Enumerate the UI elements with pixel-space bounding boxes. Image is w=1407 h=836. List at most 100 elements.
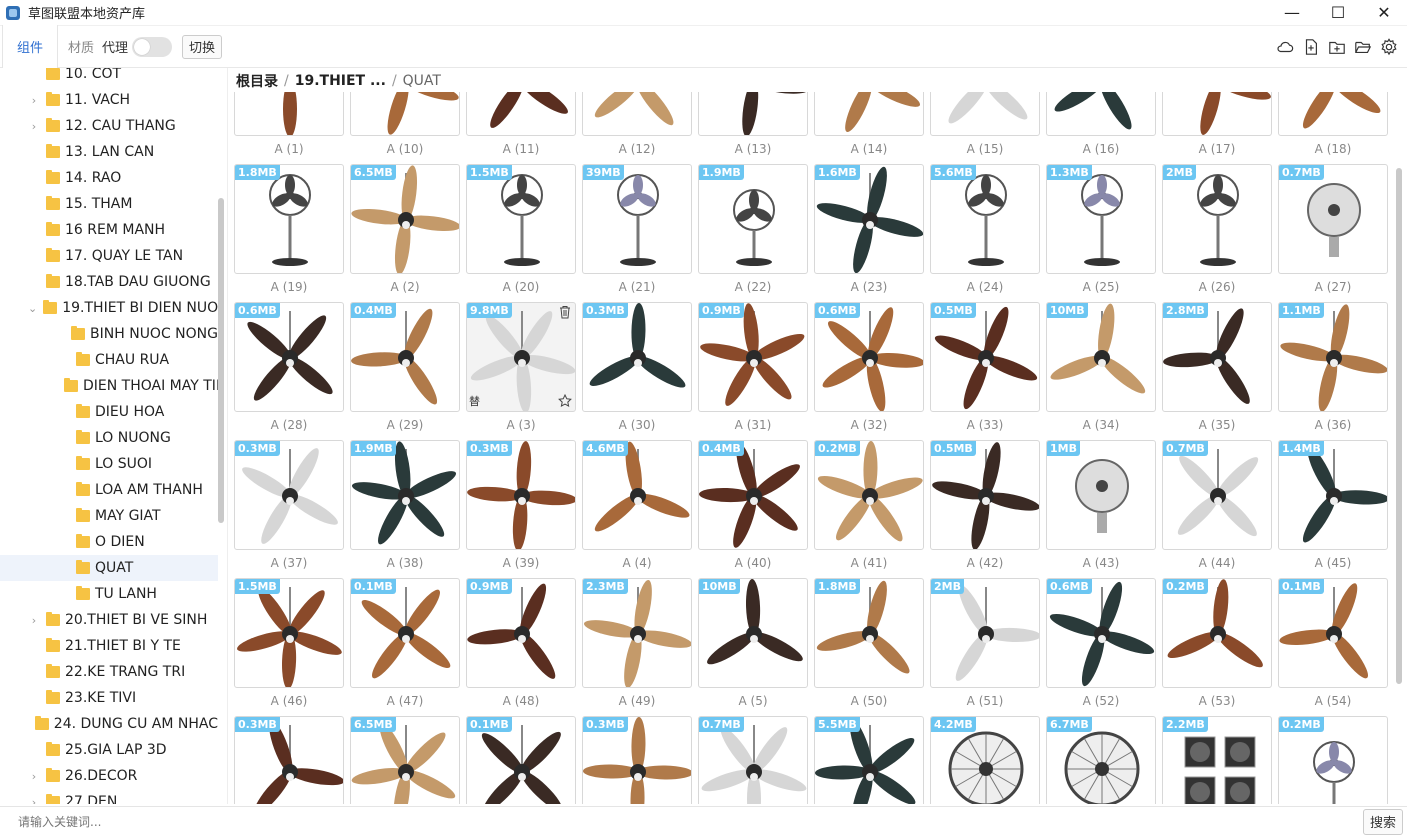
maximize-button[interactable]: ☐ — [1315, 0, 1361, 26]
minimize-button[interactable]: — — [1269, 0, 1315, 26]
star-icon[interactable] — [558, 394, 572, 408]
asset-card[interactable]: 1.1MB — [1278, 302, 1388, 412]
asset-card[interactable] — [1278, 92, 1388, 136]
asset-card[interactable]: 0.1MB — [1278, 578, 1388, 688]
search-input[interactable] — [0, 807, 1363, 836]
asset-card[interactable]: 0.4MB — [350, 302, 460, 412]
open-folder-icon[interactable] — [1353, 37, 1373, 57]
tree-item[interactable]: 14. RAO — [0, 165, 218, 191]
close-button[interactable]: ✕ — [1361, 0, 1407, 26]
replace-tag[interactable]: 替 — [469, 393, 480, 409]
tree-item[interactable]: 18.TAB DAU GIUONG — [0, 269, 218, 295]
chevron-right-icon[interactable]: › — [28, 120, 40, 133]
asset-card[interactable]: 0.3MB — [582, 716, 692, 804]
asset-card[interactable]: 5.6MB — [930, 164, 1040, 274]
chevron-down-icon[interactable]: ⌄ — [28, 302, 37, 315]
asset-card[interactable]: 1.6MB — [814, 164, 924, 274]
asset-card[interactable]: 2MB — [1162, 164, 1272, 274]
tree-item[interactable]: › 27.DEN — [0, 789, 218, 804]
asset-card[interactable]: 0.6MB — [814, 302, 924, 412]
asset-card[interactable] — [1162, 92, 1272, 136]
asset-card[interactable]: 6.7MB — [1046, 716, 1156, 804]
tree-item[interactable]: 23.KE TIVI — [0, 685, 218, 711]
chevron-right-icon[interactable]: › — [28, 770, 40, 783]
tree-item[interactable]: 13. LAN CAN — [0, 139, 218, 165]
tree-item[interactable]: › 26.DECOR — [0, 763, 218, 789]
asset-card[interactable]: 10MB — [698, 578, 808, 688]
asset-card[interactable]: 0.7MB — [698, 716, 808, 804]
tree-item[interactable]: 17. QUAY LE TAN — [0, 243, 218, 269]
asset-card[interactable]: 0.3MB — [234, 440, 344, 550]
tree-item[interactable]: 15. THAM — [0, 191, 218, 217]
tree-item[interactable]: TU LANH — [0, 581, 218, 607]
asset-card[interactable]: 9.8MB 替 — [466, 302, 576, 412]
asset-card[interactable] — [1046, 92, 1156, 136]
search-button[interactable]: 搜索 — [1363, 808, 1403, 835]
tree-item[interactable]: LO SUOI — [0, 451, 218, 477]
tab-materials[interactable]: 材质 — [58, 26, 102, 68]
tree-item[interactable]: LO NUONG — [0, 425, 218, 451]
asset-card[interactable]: 2.2MB — [1162, 716, 1272, 804]
asset-card[interactable]: 0.7MB — [1162, 440, 1272, 550]
tree-item[interactable]: 25.GIA LAP 3D — [0, 737, 218, 763]
asset-card[interactable]: 4.6MB — [582, 440, 692, 550]
asset-card[interactable]: 6.5MB — [350, 716, 460, 804]
asset-card[interactable]: 0.2MB — [814, 440, 924, 550]
asset-card[interactable]: 5.5MB — [814, 716, 924, 804]
asset-card[interactable]: 0.9MB — [466, 578, 576, 688]
asset-card[interactable]: 1.8MB — [814, 578, 924, 688]
asset-card[interactable]: 1MB — [1046, 440, 1156, 550]
trash-icon[interactable] — [558, 305, 572, 319]
asset-card[interactable]: 0.2MB — [1278, 716, 1388, 804]
tree-item[interactable]: 21.THIET BI Y TE — [0, 633, 218, 659]
tree-item[interactable]: QUAT — [0, 555, 218, 581]
asset-card[interactable] — [466, 92, 576, 136]
tree-item[interactable]: DIEN THOAI MAY TINH — [0, 373, 218, 399]
breadcrumb-root[interactable]: 根目录 — [236, 71, 278, 91]
asset-card[interactable]: 2.8MB — [1162, 302, 1272, 412]
sidebar-scrollbar[interactable] — [218, 198, 224, 523]
new-folder-icon[interactable] — [1327, 37, 1347, 57]
tree-item[interactable]: 10. COT — [0, 68, 218, 87]
gear-icon[interactable] — [1379, 37, 1399, 57]
asset-card[interactable]: 10MB — [1046, 302, 1156, 412]
asset-card[interactable] — [582, 92, 692, 136]
cloud-icon[interactable] — [1275, 37, 1295, 57]
chevron-right-icon[interactable]: › — [28, 796, 40, 805]
asset-card[interactable]: 0.1MB — [466, 716, 576, 804]
new-file-icon[interactable] — [1301, 37, 1321, 57]
asset-card[interactable]: 1.5MB — [234, 578, 344, 688]
asset-card[interactable]: 0.9MB — [698, 302, 808, 412]
asset-card[interactable]: 0.6MB — [234, 302, 344, 412]
asset-card[interactable]: 0.4MB — [698, 440, 808, 550]
switch-button[interactable]: 切换 — [182, 34, 223, 59]
breadcrumb-parent[interactable]: 19.THIET ... — [295, 73, 386, 89]
tree-item[interactable]: 16 REM MANH — [0, 217, 218, 243]
asset-card[interactable]: 0.7MB — [1278, 164, 1388, 274]
proxy-toggle[interactable] — [132, 36, 173, 57]
asset-card[interactable]: 2.3MB — [582, 578, 692, 688]
asset-card[interactable]: 2MB — [930, 578, 1040, 688]
tree-item[interactable]: CHAU RUA — [0, 347, 218, 373]
asset-card[interactable]: 1.9MB — [698, 164, 808, 274]
asset-card[interactable]: 0.6MB — [1046, 578, 1156, 688]
asset-card[interactable]: 1.8MB — [234, 164, 344, 274]
asset-card[interactable]: 0.3MB — [466, 440, 576, 550]
tree-item[interactable]: BINH NUOC NONG — [0, 321, 218, 347]
asset-card[interactable] — [350, 92, 460, 136]
asset-card[interactable] — [814, 92, 924, 136]
tree-item[interactable]: ⌄ 19.THIET BI DIEN NUOC — [0, 295, 218, 321]
tree-item[interactable]: LOA AM THANH — [0, 477, 218, 503]
asset-card[interactable]: 4.2MB — [930, 716, 1040, 804]
asset-card[interactable] — [698, 92, 808, 136]
chevron-right-icon[interactable]: › — [28, 614, 40, 627]
tree-item[interactable]: › 11. VACH — [0, 87, 218, 113]
asset-card[interactable]: 1.3MB — [1046, 164, 1156, 274]
tree-item[interactable]: O DIEN — [0, 529, 218, 555]
tree-item[interactable]: MAY GIAT — [0, 503, 218, 529]
tab-components[interactable]: 组件 — [2, 25, 59, 68]
asset-card[interactable]: 0.5MB — [930, 440, 1040, 550]
asset-card[interactable]: 6.5MB — [350, 164, 460, 274]
asset-card[interactable]: 0.2MB — [1162, 578, 1272, 688]
asset-card[interactable]: 1.4MB — [1278, 440, 1388, 550]
